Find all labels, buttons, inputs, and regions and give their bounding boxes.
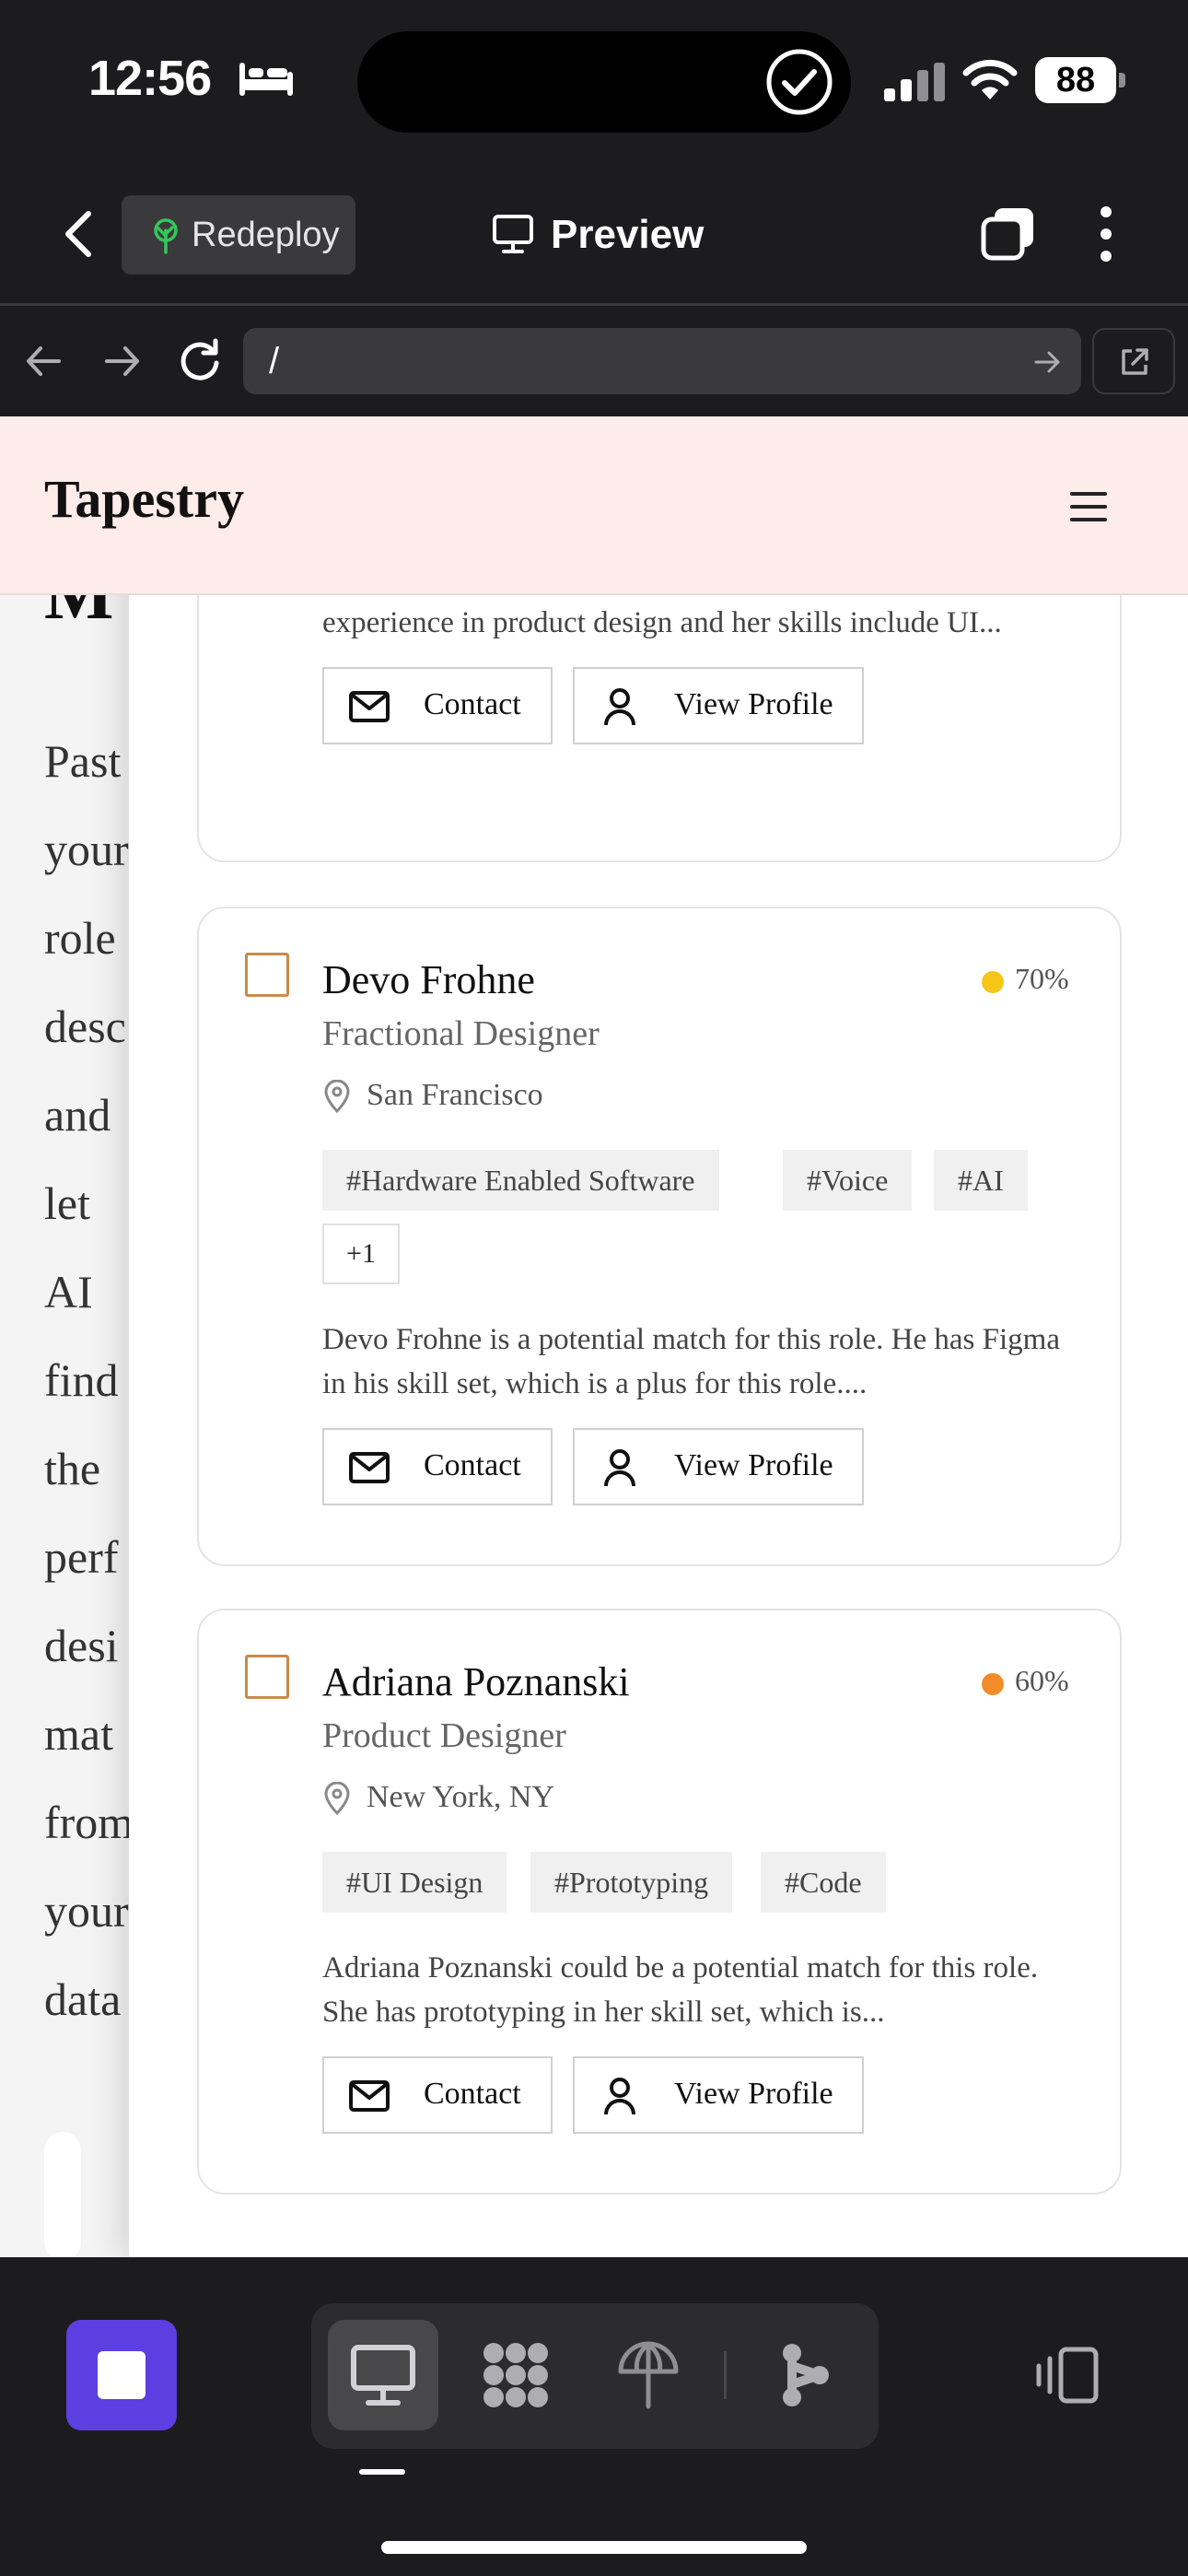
url-text: / [269,341,280,381]
status-time: 12:56 [88,51,212,106]
deploy-icon[interactable] [611,2338,685,2412]
bed-icon [239,63,293,96]
skill-tag[interactable]: #Voice [783,1150,913,1211]
candidate-name[interactable]: Devo Frohne [322,956,535,1003]
browser-toolbar: / [0,306,1188,416]
contact-label: Contact [424,1448,521,1482]
view-profile-label: View Profile [674,1448,833,1482]
background-page: M Past your role desc and let AI find th… [0,416,129,2257]
preview-label: Preview [551,212,705,257]
monitor-icon [351,2345,415,2406]
mail-icon [349,691,390,722]
devices-icon[interactable] [1033,2346,1100,2405]
score-value: 60% [1015,1664,1069,1697]
view-profile-label: View Profile [674,2077,833,2111]
tabs-icon[interactable] [980,205,1037,262]
skill-tag[interactable]: #Code [761,1852,886,1913]
active-tab-indicator [359,2469,405,2475]
open-external-button[interactable] [1092,328,1175,394]
web-preview: M Past your role desc and let AI find th… [0,416,1188,2257]
candidate-name[interactable]: Adriana Poznanski [322,1658,630,1705]
candidate-role: Product Designer [322,1716,566,1755]
status-bar: 12:56 88 [0,0,1188,164]
site-header: Tapestry [0,416,1188,595]
user-icon [604,688,635,726]
app-header: Redeploy Preview [0,164,1188,306]
candidate-checkbox[interactable] [245,1655,289,1699]
battery-indicator: 88 [1035,57,1125,103]
stop-icon [98,2351,146,2399]
view-switcher [311,2303,879,2449]
toolbar-divider [724,2351,727,2399]
mail-icon [349,1452,390,1483]
candidate-card: Devo Frohne Fractional Designer 70% San … [197,907,1122,1566]
skill-tag[interactable]: #Hardware Enabled Software [322,1150,719,1211]
contact-button[interactable]: Contact [322,2056,553,2134]
location-text: New York, NY [367,1780,555,1814]
redeploy-button[interactable]: Redeploy [122,195,355,275]
match-score: 60% [982,1662,1074,1699]
go-arrow-icon[interactable] [1033,348,1061,376]
view-profile-button[interactable]: View Profile [573,1428,864,1505]
score-value: 70% [1015,962,1069,995]
more-tags-badge[interactable]: +1 [322,1224,400,1284]
mail-icon [349,2080,390,2112]
skill-tag[interactable]: #Prototyping [530,1852,733,1913]
site-logo[interactable]: Tapestry [44,468,244,530]
contact-button[interactable]: Contact [322,667,553,744]
preview-tab[interactable] [328,2320,438,2430]
signal-icon [884,63,945,101]
map-pin-icon [324,1080,350,1113]
candidate-role: Fractional Designer [322,1014,600,1053]
apps-grid-icon[interactable] [479,2338,553,2412]
view-profile-button[interactable]: View Profile [573,667,864,744]
user-icon [604,2078,635,2115]
monitor-icon [493,215,533,253]
contact-label: Contact [424,2077,521,2111]
view-profile-button[interactable]: View Profile [573,2056,864,2134]
map-pin-icon [324,1782,350,1815]
arrow-left-icon[interactable] [24,341,64,381]
wifi-icon [962,59,1018,100]
skill-tag[interactable]: #UI Design [322,1852,507,1913]
reload-icon[interactable] [177,337,223,383]
more-vertical-icon[interactable] [1092,205,1120,263]
home-indicator [381,2541,807,2554]
external-link-icon [1122,348,1148,375]
battery-level: 88 [1035,57,1116,103]
location-text: San Francisco [367,1078,543,1112]
arrow-right-icon[interactable] [101,341,142,381]
score-dot [982,1673,1004,1695]
background-text: Past your role desc and let AI find the … [44,735,129,2025]
view-profile-label: View Profile [674,687,833,721]
skill-tag[interactable]: #AI [934,1150,1028,1211]
hamburger-menu-icon[interactable] [1068,490,1109,523]
redeploy-label: Redeploy [192,216,340,254]
back-chevron-icon[interactable] [55,205,101,263]
candidate-summary: Devo Frohne is a potential match for thi… [322,1323,1060,1400]
bottom-toolbar [0,2257,1188,2576]
match-score: 70% [982,960,1074,997]
sprout-icon [154,218,178,254]
user-icon [604,1449,635,1487]
candidate-checkbox[interactable] [245,953,289,997]
candidate-card: Adriana Poznanski Product Designer 60% N… [197,1609,1122,2195]
share-icon[interactable] [768,2338,842,2412]
score-dot [982,971,1004,993]
background-scroll-thumb [44,2132,81,2257]
candidate-summary: Adriana Poznanski could be a potential m… [322,1951,1039,2029]
contact-label: Contact [424,687,521,721]
url-input[interactable]: / [243,328,1081,394]
contact-button[interactable]: Contact [322,1428,553,1505]
stop-button[interactable] [66,2320,177,2430]
check-circle-icon [766,49,833,115]
